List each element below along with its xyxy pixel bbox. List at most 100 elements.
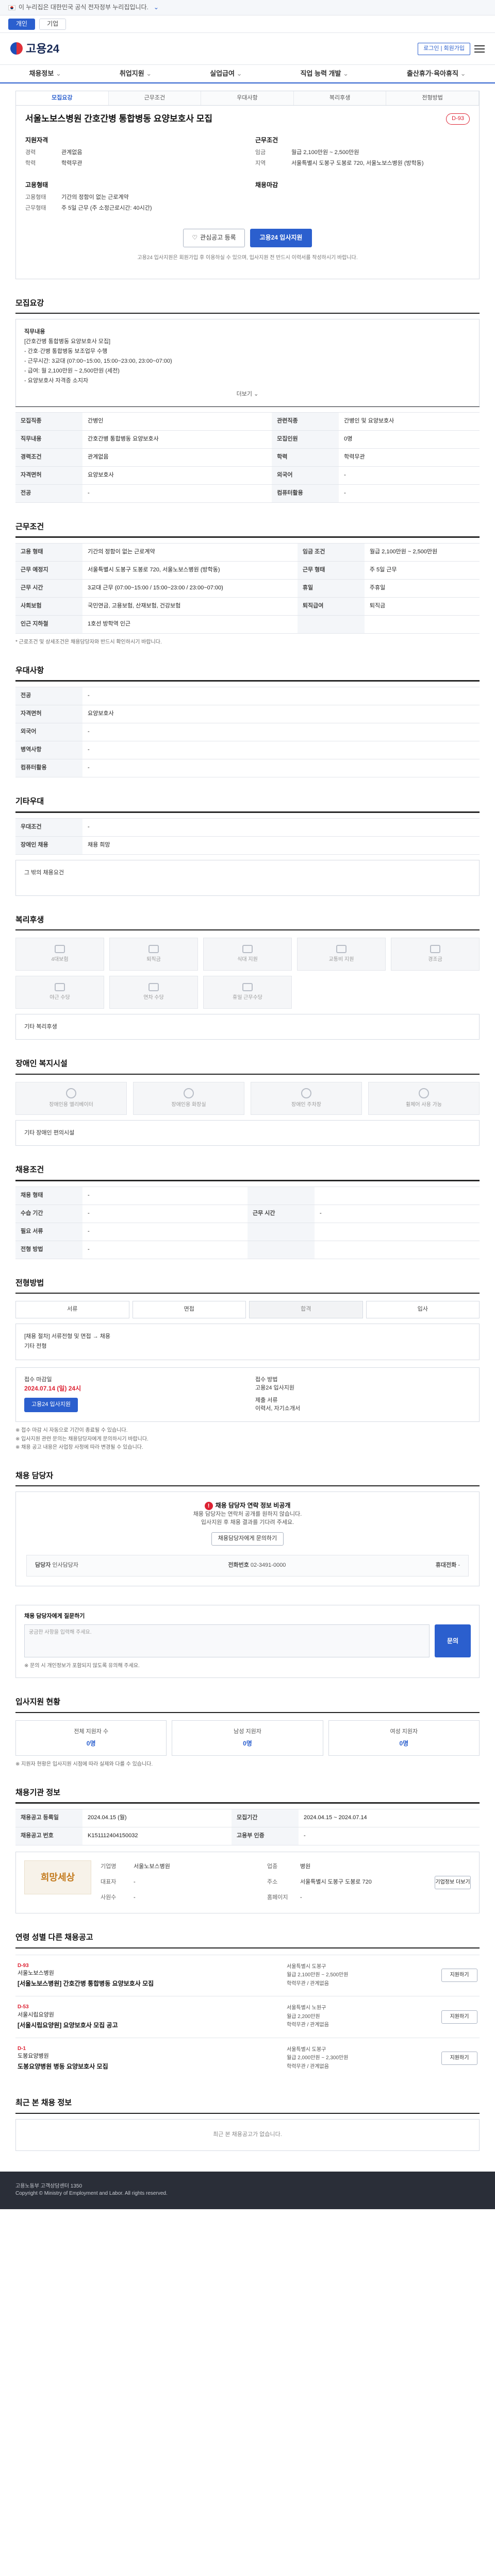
more-button[interactable]: 더보기 ⌄	[24, 391, 471, 399]
apply-stat: 전체 지원자 수 0명	[15, 1720, 167, 1756]
education-label: 학력	[25, 160, 36, 166]
table-label: 고용부 인증	[232, 1827, 299, 1846]
logo-mark-icon	[10, 42, 23, 55]
table-value: 0명	[339, 430, 480, 449]
interest-button[interactable]: ♡ 관심공고 등록	[183, 229, 245, 248]
welfare-item: 연차 수당	[109, 976, 198, 1009]
card-tab-conditions[interactable]: 근무조건	[109, 91, 202, 105]
similar-apply-button[interactable]: 지원하기	[441, 2052, 477, 2065]
education-value: 학력무관	[61, 160, 82, 166]
table-row: 인근 지하철 1호선 방학역 인근	[15, 615, 480, 634]
card-tab-recruit[interactable]: 모집요강	[16, 91, 109, 105]
gov-banner-text: 이 누리집은 대한민국 공식 전자정부 누리집입니다.	[19, 3, 148, 11]
similar-apply-button[interactable]: 지원하기	[441, 1969, 477, 1982]
gov-banner-dropdown[interactable]: ⌄	[154, 3, 159, 12]
main-nav: 채용정보 취업지원 실업급여 직업 능력 개발 출산휴가·육아휴직	[0, 65, 495, 83]
tab-individual[interactable]: 개인	[8, 18, 36, 30]
table-row: 채용 형태 -	[15, 1186, 480, 1205]
table-value: 월급 2,100만원 ~ 2,500만원	[364, 543, 480, 562]
card-tab-preference[interactable]: 우대사항	[201, 91, 294, 105]
work-condition-head: 근무조건	[255, 136, 278, 144]
recruit-title: 모집요강	[15, 298, 480, 314]
similar-meta: 월급 2,100만원 ~ 2,500만원	[287, 1972, 349, 1978]
job-description-line: - 간호·간병 통합병동 보조업무 수행	[24, 348, 108, 355]
job-description-box: 직무내용 [간호간병 통합병동 요양보호사 모집] - 간호·간병 통합병동 보…	[15, 319, 480, 406]
table-label: 휴일	[297, 579, 365, 598]
gift-icon	[430, 945, 440, 954]
nav-item-training[interactable]: 직업 능력 개발	[300, 69, 349, 79]
welfare-label: 교통비 지원	[328, 957, 354, 963]
apply-title: 입사지원 현황	[15, 1697, 480, 1713]
apply-note: ※ 지원자 현황은 입사지원 시점에 따라 실제와 다를 수 있습니다.	[15, 1761, 153, 1768]
apply-stat: 남성 지원자 0명	[172, 1720, 323, 1756]
login-button[interactable]: 로그인 | 회원가입	[418, 42, 470, 55]
table-label	[248, 1186, 315, 1205]
list-item[interactable]: D-53 서울시립요양원 [서울시립요양원] 요양보호사 모집 공고 서울특별시…	[15, 1996, 480, 2038]
warning-icon: !	[204, 1502, 213, 1511]
list-item[interactable]: D-93 서울노보스병원 [서울노보스병원] 간호간병 통합병동 요양보호사 모…	[15, 1954, 480, 1996]
table-row: 장애인 채용 채용 희망	[15, 836, 480, 855]
manager-warning-title: 채용 담당자 연락 정보 비공개	[215, 1502, 291, 1510]
table-label: 모집인원	[272, 430, 339, 449]
list-item[interactable]: D-1 도봉요양병원 도봉요양병원 병동 요양보호사 모집 서울특별시 도봉구 …	[15, 2037, 480, 2079]
apply-button[interactable]: 고용24 입사지원	[250, 229, 312, 248]
manager-inquiry-button[interactable]: 채용담당자에게 문의하기	[211, 1532, 284, 1546]
table-row: 근무 예정지 서울특별시 도봉구 도봉로 720, 서울노보스병원 (방학동) 근무…	[15, 561, 480, 580]
company-label: 업종	[267, 1863, 278, 1870]
table-value: -	[82, 1222, 248, 1241]
similar-section: 연령 성별 다른 채용공고 D-93 서울노보스병원 [서울노보스병원] 간호간…	[15, 1932, 480, 2079]
disability-item: 장애인용 화장실	[133, 1082, 244, 1115]
table-label: 모집직종	[15, 412, 82, 431]
welfare-section: 복리후생 4대보험 퇴직금 식대 지원 교통비 지원 경조금 야근 수당 연차 …	[15, 914, 480, 1040]
apply-stat-value: 0명	[86, 1739, 96, 1747]
site-footer: 고용노동부 고객상담센터 1350 Copyright © Ministry o…	[0, 2171, 495, 2209]
inquiry-submit-button[interactable]: 문의	[435, 1624, 471, 1658]
nav-item-leave[interactable]: 출산휴가·육아휴직	[407, 69, 466, 79]
tab-company[interactable]: 기업	[39, 18, 67, 30]
table-row: 수습 기간 - 근무 시간 -	[15, 1204, 480, 1223]
table-label: 근무 시간	[15, 579, 82, 598]
table-row: 근무 시간 3교대 근무 (07:00~15:00 / 15:00~23:00 /…	[15, 579, 480, 598]
welfare-item: 퇴직금	[109, 938, 198, 971]
table-label: 채용공고 등록일	[15, 1809, 82, 1828]
apply-stat-label: 전체 지원자 수	[74, 1728, 109, 1735]
similar-job-title[interactable]: [서울시립요양원] 요양보호사 모집 공고	[18, 2021, 276, 2030]
welfare-extra-label: 기타 복리후생	[24, 1024, 57, 1030]
similar-job-title[interactable]: 도봉요양병원 병동 요양보호사 모집	[18, 2062, 276, 2071]
transport-icon	[336, 945, 346, 954]
conditions-section: 근무조건 고용 형태 기간의 정함이 없는 근로계약 임금 조건 월급 2,100만원…	[15, 521, 480, 647]
recent-section: 최근 본 채용 정보 최근 본 채용공고가 없습니다.	[15, 2097, 480, 2151]
similar-job-title[interactable]: [서울노보스병원] 간호간병 통합병동 요양보호사 모집	[18, 1979, 276, 1988]
table-label	[297, 615, 365, 634]
nav-item-unemployment[interactable]: 실업급여	[210, 69, 242, 79]
card-tab-process[interactable]: 전형방법	[386, 91, 479, 105]
condition2-section: 채용조건 채용 형태 - 수습 기간 - 근무 시간 - 필요 서류 - 전형 방법 -	[15, 1164, 480, 1259]
similar-apply-button[interactable]: 지원하기	[441, 2010, 477, 2024]
table-label: 경력조건	[15, 448, 82, 467]
table-label: 우대조건	[15, 818, 82, 837]
nav-item-jobs[interactable]: 채용정보	[29, 69, 61, 79]
table-value: 2024.04.15 (월)	[82, 1809, 232, 1828]
nav-item-support[interactable]: 취업지원	[120, 69, 152, 79]
process-section: 전형방법 서류 면접 합격 입사 [채용 절차] 서류전형 및 면접 → 채용 …	[15, 1278, 480, 1452]
process-apply-button[interactable]: 고용24 입사지원	[24, 1397, 78, 1412]
table-row: 자격면허 요양보호사 외국어 -	[15, 466, 480, 485]
welfare-label: 야근 수당	[50, 995, 70, 1001]
job-description-line: - 근무시간: 3교대 (07:00~15:00, 15:00~23:00, 2…	[24, 358, 172, 365]
table-row: 자격면허 요양보호사	[15, 705, 480, 724]
company-label: 대표자	[101, 1879, 117, 1886]
apply-stat-label: 여성 지원자	[390, 1728, 418, 1735]
site-logo[interactable]: 고용24	[10, 41, 59, 57]
card-tab-welfare[interactable]: 복리후생	[294, 91, 387, 105]
qualification-head: 지원자격	[25, 136, 48, 144]
disability-extra-box: 기타 장애인 편의시설	[15, 1120, 480, 1146]
inquiry-textarea[interactable]: 궁금한 사항을 입력해 주세요.	[24, 1624, 430, 1658]
table-label	[248, 1240, 315, 1259]
table-value: 퇴직금	[364, 597, 480, 616]
table-label: 인근 지하철	[15, 615, 82, 634]
similar-meta: 서울특별시 도봉구	[287, 2046, 326, 2053]
contact-value: 인사담당자	[52, 1562, 79, 1568]
similar-meta: 서울특별시 노원구	[287, 2005, 326, 2011]
menu-icon[interactable]	[474, 45, 485, 53]
company-more-button[interactable]: 기업정보 더보기	[435, 1876, 471, 1890]
